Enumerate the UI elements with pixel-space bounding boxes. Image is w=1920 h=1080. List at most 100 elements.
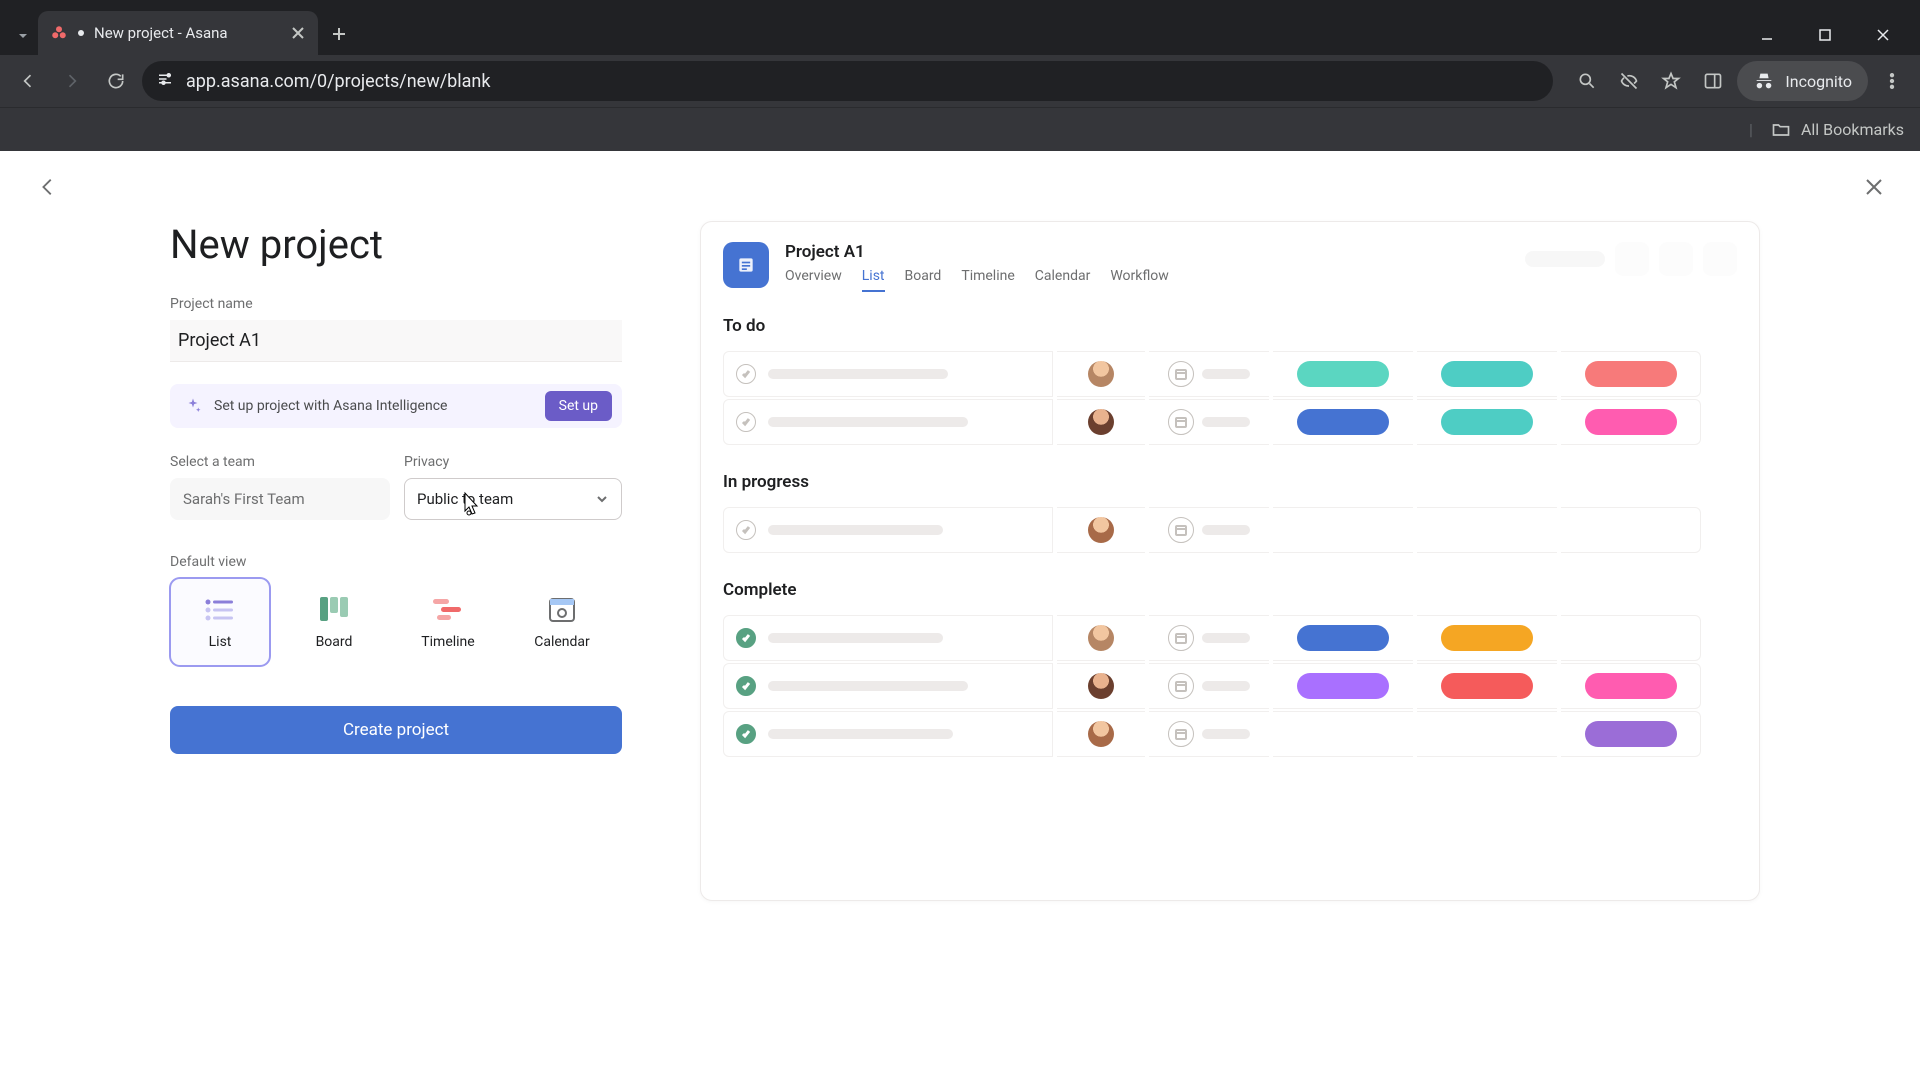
status-tag [1441,673,1533,699]
task-row [723,662,1737,710]
nav-forward-button[interactable] [54,63,90,99]
url-text: app.asana.com/0/projects/new/blank [186,71,491,92]
section-title-complete: Complete [723,580,1737,600]
status-tag [1297,673,1389,699]
task-check-icon [736,412,756,432]
task-check-icon [736,520,756,540]
task-check-done-icon [736,628,756,648]
team-label: Select a team [170,454,390,470]
tab-title: New project - Asana [94,24,280,42]
section-title-todo: To do [723,316,1737,336]
ai-setup-bar: Set up project with Asana Intelligence S… [170,384,622,428]
project-preview-panel: Project A1 Overview List Board Timeline … [700,221,1760,901]
browser-chrome: New project - Asana app.asana.com/0/proj… [0,0,1920,151]
calendar-icon [1168,721,1194,747]
tab-close-button[interactable] [290,25,306,41]
create-project-button[interactable]: Create project [170,706,622,754]
view-option-list[interactable]: List [170,578,270,666]
calendar-icon [1168,625,1194,651]
new-project-form: New project Project name Set up project … [0,211,700,1080]
status-tag [1441,409,1533,435]
avatar [1088,625,1114,651]
task-row [723,350,1737,398]
privacy-select[interactable]: Public to team [404,478,622,520]
folder-icon [1771,120,1791,140]
page-title: New project [170,221,660,268]
incognito-icon [1753,70,1775,92]
browser-tab[interactable]: New project - Asana [38,11,318,55]
tab-search-button[interactable] [8,17,38,55]
section-title-in-progress: In progress [723,472,1737,492]
preview-project-title: Project A1 [785,242,1169,262]
task-row [723,506,1737,554]
avatar [1088,361,1114,387]
task-check-done-icon [736,676,756,696]
avatar [1088,409,1114,435]
preview-tab-workflow[interactable]: Workflow [1110,268,1169,292]
status-tag [1297,361,1389,387]
bookmarks-bar: | All Bookmarks [0,107,1920,151]
privacy-label: Privacy [404,454,622,470]
preview-tab-calendar[interactable]: Calendar [1035,268,1091,292]
bookmark-star-icon[interactable] [1653,63,1689,99]
browser-menu-button[interactable] [1874,63,1910,99]
ai-setup-button[interactable]: Set up [545,391,612,421]
section-complete: Complete [723,580,1737,758]
chevron-down-icon [595,492,609,506]
new-tab-button[interactable] [322,17,356,51]
search-icon[interactable] [1569,63,1605,99]
browser-toolbar: app.asana.com/0/projects/new/blank Incog… [0,55,1920,107]
task-check-icon [736,364,756,384]
calendar-view-icon [545,594,579,624]
task-row [723,398,1737,446]
site-controls-icon[interactable] [156,70,174,93]
preview-tabs: Overview List Board Timeline Calendar Wo… [785,268,1169,292]
view-option-board[interactable]: Board [284,578,384,666]
incognito-indicator[interactable]: Incognito [1737,61,1868,101]
unsaved-dot-icon [78,30,84,36]
window-maximize-button[interactable] [1796,15,1854,55]
app-close-button[interactable] [1856,169,1892,205]
task-row [723,614,1737,662]
ai-text: Set up project with Asana Intelligence [214,398,533,414]
view-option-calendar[interactable]: Calendar [512,578,612,666]
task-row [723,710,1737,758]
app-back-button[interactable] [30,169,66,205]
side-panel-icon[interactable] [1695,63,1731,99]
status-tag [1441,625,1533,651]
project-name-input[interactable] [170,320,622,362]
calendar-icon [1168,673,1194,699]
app-content: New project Project name Set up project … [0,151,1920,1080]
window-close-button[interactable] [1854,15,1912,55]
project-name-label: Project name [170,296,660,312]
asana-favicon [50,24,68,42]
status-tag [1585,721,1677,747]
timeline-view-icon [431,594,465,624]
status-tag [1585,361,1677,387]
status-tag [1585,409,1677,435]
team-select: Sarah's First Team [170,478,390,520]
calendar-icon [1168,517,1194,543]
preview-tab-overview[interactable]: Overview [785,268,842,292]
sparkle-icon [184,397,202,415]
section-todo: To do [723,316,1737,446]
address-bar[interactable]: app.asana.com/0/projects/new/blank [142,61,1553,101]
all-bookmarks-button[interactable]: All Bookmarks [1801,120,1904,139]
nav-reload-button[interactable] [98,63,134,99]
task-check-done-icon [736,724,756,744]
preview-tab-timeline[interactable]: Timeline [961,268,1014,292]
incognito-label: Incognito [1785,72,1852,91]
team-value: Sarah's First Team [183,490,305,508]
nav-back-button[interactable] [10,63,46,99]
privacy-value: Public to team [417,490,513,508]
preview-header-ghost [1525,242,1737,276]
status-tag [1585,673,1677,699]
view-option-timeline[interactable]: Timeline [398,578,498,666]
status-tag [1297,409,1389,435]
avatar [1088,721,1114,747]
preview-tab-board[interactable]: Board [905,268,942,292]
preview-tab-list[interactable]: List [862,268,885,292]
window-minimize-button[interactable] [1738,15,1796,55]
eye-off-icon[interactable] [1611,63,1647,99]
calendar-icon [1168,409,1194,435]
